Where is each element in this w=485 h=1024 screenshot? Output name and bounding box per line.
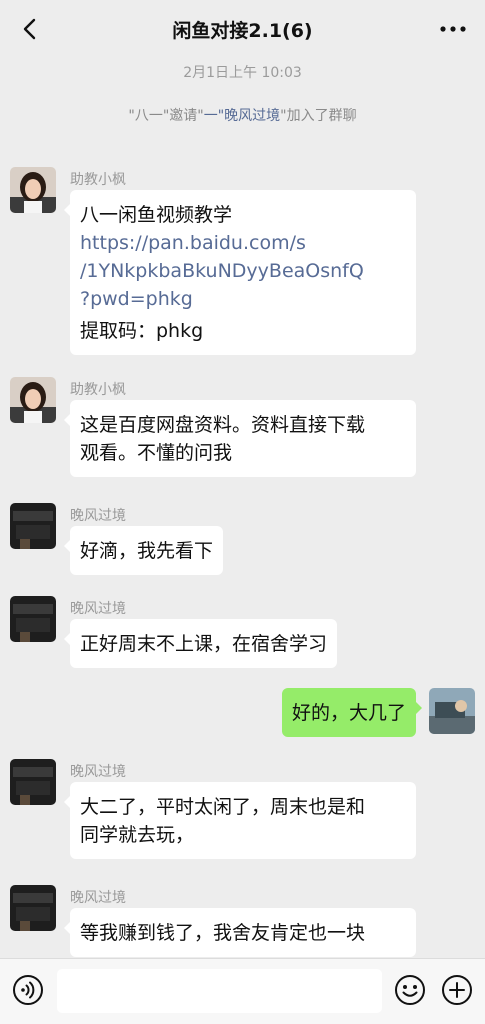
user-avatar-image: [10, 167, 56, 213]
self-avatar[interactable]: [429, 688, 475, 734]
message-timestamp: 2月1日上午 10:03: [183, 65, 302, 81]
avatar[interactable]: [10, 377, 56, 423]
more-button[interactable]: [437, 14, 469, 44]
user-avatar-image: [10, 759, 56, 805]
avatar[interactable]: [10, 503, 56, 549]
user-avatar-image: [10, 377, 56, 423]
chat-title: 闲鱼对接2.1(6): [172, 20, 313, 42]
sender-name: 晚风过境: [70, 764, 126, 780]
sender-name: 晚风过境: [70, 890, 126, 906]
message-bubble-self[interactable]: 好的，大几了: [281, 688, 423, 737]
user-avatar-image: [10, 596, 56, 642]
plus-icon: [442, 975, 472, 1005]
sender-name: 助教小枫: [70, 382, 126, 398]
avatar[interactable]: [10, 596, 56, 642]
sender-name: 晚风过境: [70, 508, 126, 524]
more-dots-icon: [440, 26, 466, 32]
input-bar: [0, 958, 485, 1024]
message-text: 等我赚到钱了，我舍友肯定也一块: [80, 922, 366, 944]
message-bubble[interactable]: 大二了，平时太闲了，周末也是和 同学就去玩，: [64, 782, 416, 859]
chat-header: 闲鱼对接2.1(6): [0, 0, 485, 58]
message-bubble[interactable]: 正好周末不上课，在宿舍学习: [63, 619, 338, 668]
more-actions-button[interactable]: [441, 974, 473, 1006]
message-input[interactable]: [57, 969, 382, 1013]
emoji-button[interactable]: [394, 974, 426, 1006]
avatar[interactable]: [10, 885, 56, 931]
system-message: "八一"邀请"一"晚风过境"加入了群聊: [0, 105, 485, 125]
message-text: 八一闲鱼视频教学: [80, 204, 233, 226]
avatar[interactable]: [10, 167, 56, 213]
avatar[interactable]: [10, 759, 56, 805]
system-message-link[interactable]: 一"晚风过境: [204, 108, 280, 124]
message-link[interactable]: /1YNkpkbaBkuNDyyBeaOsnfQ: [80, 257, 406, 285]
message-bubble[interactable]: 好滴，我先看下: [63, 526, 224, 575]
user-avatar-image: [10, 885, 56, 931]
message-text: 正好周末不上课，在宿舍学习: [80, 633, 328, 655]
message-bubble[interactable]: 八一闲鱼视频教学 https://pan.baidu.com/s /1YNkpk…: [64, 190, 416, 355]
system-message-text-2: "加入了群聊: [280, 108, 357, 124]
message-text: 大二了，平时太闲了，周末也是和: [80, 796, 366, 818]
message-text: 提取码：phkg: [80, 320, 204, 342]
user-avatar-image: [10, 503, 56, 549]
message-bubble[interactable]: 等我赚到钱了，我舍友肯定也一块: [64, 908, 416, 957]
voice-button[interactable]: [12, 974, 44, 1006]
user-avatar-image: [429, 688, 475, 734]
message-link[interactable]: https://pan.baidu.com/s: [80, 229, 406, 257]
message-bubble[interactable]: 这是百度网盘资料。资料直接下载 观看。不懂的问我: [64, 400, 416, 477]
emoji-icon: [395, 975, 425, 1005]
sender-name: 晚风过境: [70, 601, 126, 617]
message-text: 观看。不懂的问我: [80, 442, 233, 464]
system-message-text-1: "八一"邀请": [128, 108, 204, 124]
message-text: 好的，大几了: [291, 702, 406, 724]
sender-name: 助教小枫: [70, 172, 126, 188]
message-text: 好滴，我先看下: [80, 540, 214, 562]
message-link[interactable]: ?pwd=phkg: [80, 285, 406, 313]
message-text: 同学就去玩，: [80, 824, 195, 846]
message-text: 这是百度网盘资料。资料直接下载: [80, 414, 366, 436]
voice-icon: [13, 975, 43, 1005]
